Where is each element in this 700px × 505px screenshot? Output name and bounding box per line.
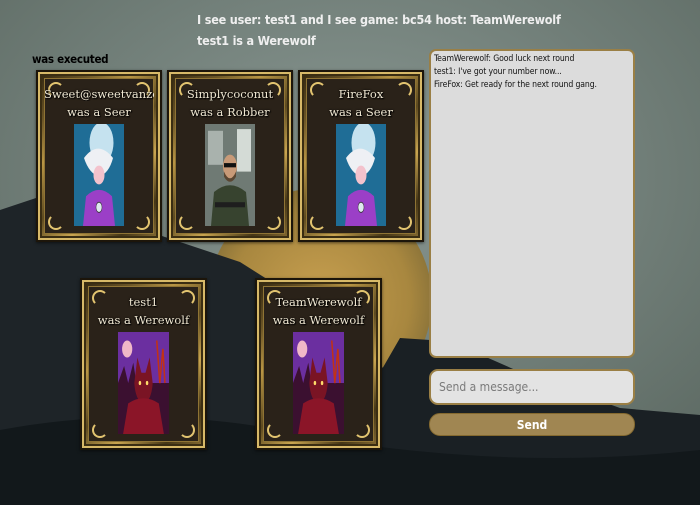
send-button[interactable]: Send (429, 413, 635, 436)
robber-art (205, 124, 255, 226)
card-frame: test1 was a Werewolf (88, 286, 199, 442)
card-frame: Sweet@sweetvanzoa... was a Seer (44, 78, 154, 234)
card-player-role: was a Seer (329, 105, 393, 119)
seer-art (336, 124, 386, 226)
card-player-role: was a Werewolf (272, 313, 365, 327)
card-frame: Simplycoconut was a Robber (175, 78, 285, 234)
card-player-name: FireFox (338, 87, 384, 101)
player-card-robber: Simplycoconut was a Robber (167, 70, 293, 242)
player-card-seer-2: FireFox was a Seer (298, 70, 424, 242)
chat-message: FireFox: Get ready for the next round ga… (434, 80, 597, 90)
chat-message: TeamWerewolf: Good luck next round (434, 54, 575, 64)
card-player-role: was a Seer (67, 105, 131, 119)
seer-art (74, 124, 124, 226)
card-frame: FireFox was a Seer (306, 78, 416, 234)
werewolf-art (118, 332, 169, 434)
card-player-name: TeamWerewolf (275, 295, 362, 309)
executed-label: was executed (32, 52, 109, 66)
player-card-seer-1: Sweet@sweetvanzoa... was a Seer (36, 70, 162, 242)
card-player-name: Simplycoconut (186, 87, 274, 101)
card-player-role: was a Werewolf (97, 313, 190, 327)
chat-message-input[interactable] (429, 369, 635, 405)
game-result-line: test1 is a Werewolf (197, 33, 316, 48)
card-player-role: was a Robber (190, 105, 270, 119)
card-player-name: Sweet@sweetvanzoa... (44, 87, 154, 101)
card-frame: TeamWerewolf was a Werewolf (263, 286, 374, 442)
chat-log[interactable]: TeamWerewolf: Good luck next round test1… (429, 49, 635, 358)
player-card-werewolf-2: TeamWerewolf was a Werewolf (255, 278, 382, 450)
player-card-werewolf-1: test1 was a Werewolf (80, 278, 207, 450)
card-player-name: test1 (128, 295, 159, 309)
game-status-line: I see user: test1 and I see game: bc54 h… (197, 12, 561, 27)
werewolf-art (293, 332, 344, 434)
chat-message: test1: I've got your number now... (434, 67, 562, 77)
